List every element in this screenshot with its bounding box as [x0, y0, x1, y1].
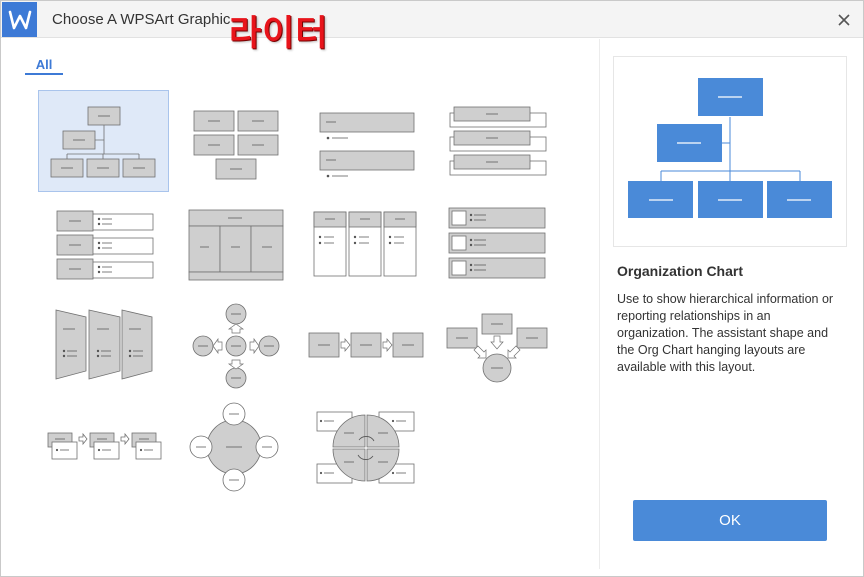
radial-arrows-thumbnail-icon	[192, 303, 280, 389]
gallery-item-horizontal-bullet-list[interactable]	[38, 195, 169, 297]
organization-chart-thumbnail-icon	[50, 106, 156, 178]
tab-all[interactable]: All	[25, 57, 63, 75]
table-hierarchy-thumbnail-icon	[188, 209, 284, 281]
gallery-item-tab-list[interactable]	[439, 90, 570, 192]
horizontal-bullet-list-thumbnail-icon	[56, 210, 154, 280]
wps-logo-icon	[2, 2, 37, 37]
gallery-item-radial-cycle[interactable]	[179, 399, 310, 501]
watermark-text: 라이터	[229, 14, 329, 54]
basic-process-thumbnail-icon	[308, 332, 424, 358]
close-icon	[838, 14, 850, 26]
gallery-item-radial-arrows[interactable]	[179, 297, 310, 399]
panel-divider	[599, 39, 600, 569]
grid-blocks-thumbnail-icon	[193, 110, 279, 180]
gallery-item-converging-arrows[interactable]	[439, 297, 570, 399]
tab-list-thumbnail-icon	[449, 106, 547, 176]
organization-chart-preview-icon	[628, 78, 832, 218]
converging-arrows-thumbnail-icon	[446, 313, 548, 383]
gallery-item-trapezoid-list[interactable]	[38, 297, 169, 399]
gallery-item-vertical-bullet-list[interactable]	[303, 90, 434, 192]
gallery-item-grid-blocks[interactable]	[179, 90, 310, 192]
preview-pane	[613, 56, 847, 247]
choose-wpsart-dialog: Choose A WPSArt Graphic 라이터 All Organiza…	[0, 0, 864, 577]
close-button[interactable]	[833, 9, 855, 31]
radial-cycle-thumbnail-icon	[189, 402, 279, 492]
gallery-item-vertical-box-list[interactable]	[303, 195, 434, 297]
gallery-item-cycle-matrix[interactable]	[303, 399, 434, 501]
preview-title: Organization Chart	[617, 263, 744, 279]
gallery-item-stacked-process[interactable]	[38, 399, 169, 501]
trapezoid-list-thumbnail-icon	[55, 309, 153, 380]
cycle-matrix-thumbnail-icon	[316, 411, 415, 484]
title-bar: Choose A WPSArt Graphic 라이터	[1, 1, 863, 52]
gallery-item-organization-chart[interactable]	[38, 90, 169, 192]
vertical-bullet-list-thumbnail-icon	[319, 112, 415, 178]
gallery-item-table-hierarchy[interactable]	[179, 195, 310, 297]
gallery-item-basic-process[interactable]	[303, 297, 434, 399]
picture-list-thumbnail-icon	[448, 207, 546, 279]
dialog-title: Choose A WPSArt Graphic	[52, 11, 231, 28]
preview-description: Use to show hierarchical information or …	[617, 292, 834, 374]
gallery-item-picture-list[interactable]	[439, 195, 570, 297]
ok-button[interactable]: OK	[633, 500, 827, 541]
vertical-box-list-thumbnail-icon	[313, 211, 417, 277]
stacked-process-thumbnail-icon	[47, 432, 162, 460]
